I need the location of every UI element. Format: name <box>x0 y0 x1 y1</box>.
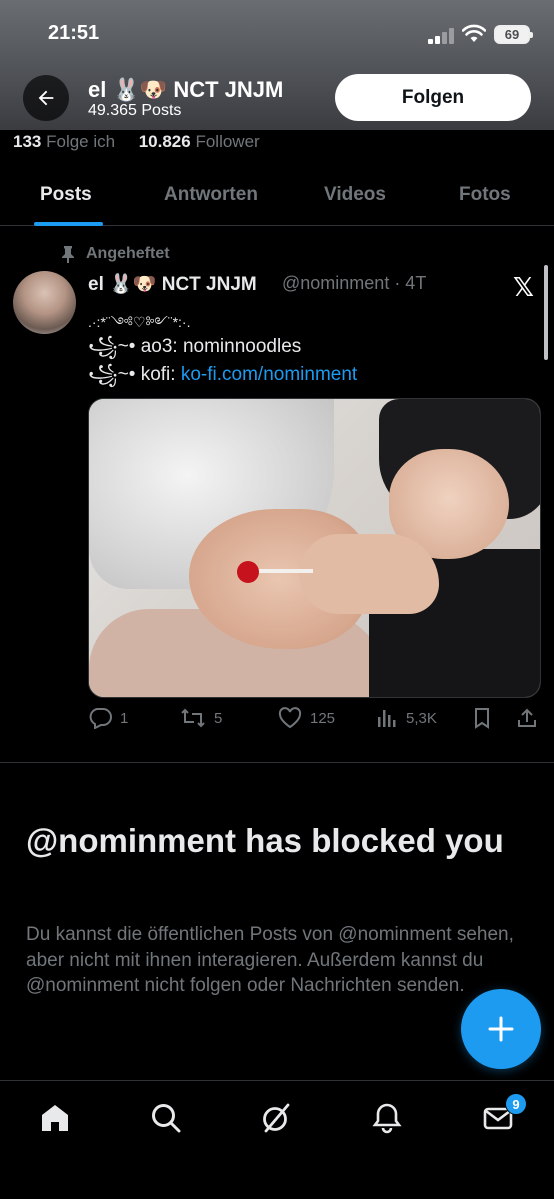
tweet-author-handle[interactable]: @nominment · 4T <box>282 273 426 294</box>
header-display-name: el 🐰🐶 NCT JNJM <box>88 77 284 102</box>
home-icon <box>42 1105 68 1131</box>
x-logo-icon[interactable]: 𝕏 <box>513 272 534 303</box>
status-bar: 21:51 69 <box>0 22 554 50</box>
pinned-indicator: Angeheftet <box>60 245 170 263</box>
scrollbar[interactable] <box>544 265 548 360</box>
wifi-icon <box>462 24 486 42</box>
tweet-actions: 1 5 125 5,3K <box>88 707 541 737</box>
nav-search[interactable] <box>149 1101 183 1135</box>
bookmark-icon <box>475 708 489 729</box>
share-icon <box>518 708 536 727</box>
tweet-kofi-prefix: ꧁~• kofi: <box>88 364 181 385</box>
reply-count: 1 <box>120 709 129 727</box>
active-tab-indicator <box>34 222 103 226</box>
followers-label: Follower <box>195 132 260 151</box>
bell-icon <box>372 1103 402 1134</box>
following-label: Folge ich <box>46 132 116 151</box>
reply-button[interactable]: 1 <box>88 707 128 729</box>
tweet-media-image[interactable] <box>88 398 541 698</box>
views-icon <box>378 710 396 727</box>
arrow-left-icon <box>38 90 54 106</box>
divider <box>0 762 554 763</box>
grok-icon <box>263 1103 290 1133</box>
header-posts-count: 49.365 Posts <box>88 102 182 119</box>
plus-icon <box>488 1016 514 1042</box>
tab-replies[interactable]: Antworten <box>164 184 258 206</box>
nav-grok[interactable] <box>259 1101 293 1135</box>
tweet-author-name[interactable]: el 🐰🐶 NCT JNJM <box>88 272 257 296</box>
kofi-link[interactable]: ko-fi.com/nominment <box>181 364 357 385</box>
share-button[interactable] <box>516 707 538 729</box>
reply-icon <box>89 708 112 729</box>
nav-home[interactable] <box>38 1101 72 1135</box>
profile-tabs: Posts Antworten Videos Fotos <box>0 170 554 226</box>
follow-button[interactable]: Folgen <box>335 74 531 121</box>
views-count: 5,3K <box>406 709 437 727</box>
repost-button[interactable]: 5 <box>180 707 222 729</box>
followers-link[interactable]: 10.826 Follower <box>139 132 260 151</box>
blocked-message: Du kannst die öffentlichen Posts von @no… <box>26 924 514 996</box>
heart-icon <box>278 707 302 729</box>
pin-icon <box>62 246 74 263</box>
battery-indicator: 69 <box>494 25 533 44</box>
tweet-line-kofi: ꧁~• kofi: ko-fi.com/nominment <box>88 360 357 398</box>
nav-notifications[interactable] <box>370 1101 404 1135</box>
compose-button[interactable] <box>461 989 541 1069</box>
signal-icon <box>428 28 454 44</box>
tab-videos[interactable]: Videos <box>324 184 386 206</box>
messages-badge: 9 <box>505 1093 527 1115</box>
like-count: 125 <box>310 709 336 727</box>
back-button[interactable] <box>23 75 69 121</box>
following-count: 133 <box>13 132 42 151</box>
tab-photos[interactable]: Fotos <box>459 184 511 206</box>
search-icon <box>152 1104 181 1133</box>
bottom-navigation <box>0 1080 554 1199</box>
repost-icon <box>181 708 205 728</box>
pinned-label: Angeheftet <box>86 245 170 262</box>
repost-count: 5 <box>214 709 223 727</box>
followers-count: 10.826 <box>138 132 191 151</box>
following-link[interactable]: 133 Folge ich <box>13 132 115 151</box>
blocked-title: @nominment has blocked you <box>26 822 504 859</box>
like-button[interactable]: 125 <box>278 707 335 729</box>
status-time: 21:51 <box>48 22 100 44</box>
avatar[interactable] <box>13 271 76 334</box>
views-button[interactable]: 5,3K <box>376 707 437 729</box>
bookmark-button[interactable] <box>472 707 492 729</box>
follow-stats: 133 Folge ich 10.826 Follower <box>13 132 260 152</box>
tab-posts[interactable]: Posts <box>40 184 92 206</box>
